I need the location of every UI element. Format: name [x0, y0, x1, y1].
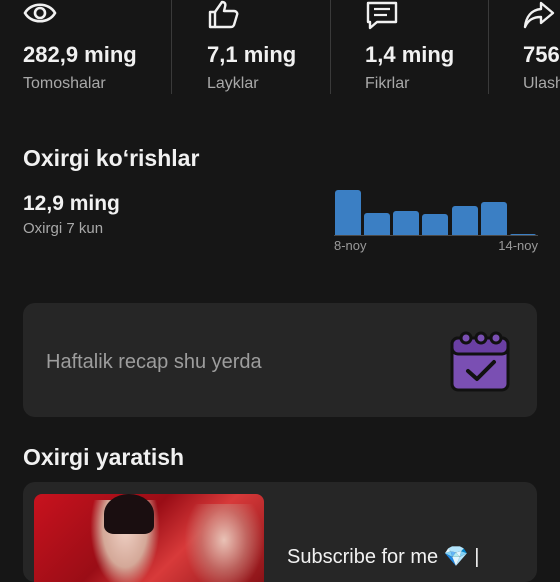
recent-views-value: 12,9 ming	[23, 192, 120, 215]
chart-bar	[364, 213, 391, 236]
chart-bar	[393, 210, 420, 236]
stats-row: 282,9 ming Tomoshalar 7,1 ming Layklar 1…	[0, 0, 560, 96]
views-value: 282,9 ming	[23, 42, 137, 67]
thumbnail-hair	[104, 494, 154, 534]
comment-icon	[366, 1, 398, 30]
latest-video-card[interactable]: Subscribe for me 💎 |	[23, 482, 537, 582]
x-label-end: 14-noy	[498, 238, 538, 253]
divider	[488, 0, 489, 94]
likes-label: Layklar	[207, 75, 259, 92]
recent-views-period: Oxirgi 7 kun	[23, 220, 104, 237]
chart-bar	[451, 206, 478, 236]
x-label-start: 8-noy	[334, 238, 367, 253]
chart-bar	[480, 201, 507, 236]
thumbnail-figure	[184, 504, 264, 582]
chart-bar	[422, 213, 449, 236]
weekly-recap-text: Haftalik recap shu yerda	[46, 351, 262, 373]
eye-icon	[23, 3, 57, 23]
thumbs-up-icon	[208, 0, 239, 29]
recent-views-chart[interactable]: 8-noy 14-noy	[334, 178, 538, 258]
weekly-recap-card[interactable]: Haftalik recap shu yerda	[23, 303, 537, 417]
divider	[171, 0, 172, 94]
views-label: Tomoshalar	[23, 75, 106, 92]
likes-value: 7,1 ming	[207, 42, 297, 67]
comments-label: Fikrlar	[365, 75, 410, 92]
chart-bar	[335, 190, 361, 236]
comments-value: 1,4 ming	[365, 42, 455, 67]
video-title: Subscribe for me 💎 |	[287, 546, 480, 568]
video-thumbnail[interactable]	[34, 494, 264, 582]
shares-label: Ulash	[523, 75, 560, 92]
section-title-recent-views: Oxirgi ko‘rishlar	[23, 145, 200, 171]
section-title-latest: Oxirgi yaratish	[23, 444, 185, 470]
chart-bars	[334, 178, 538, 236]
share-icon	[523, 1, 555, 29]
chart-axis	[334, 235, 538, 236]
divider	[330, 0, 331, 94]
shares-value: 756	[523, 42, 560, 67]
calendar-check-icon	[450, 331, 510, 392]
